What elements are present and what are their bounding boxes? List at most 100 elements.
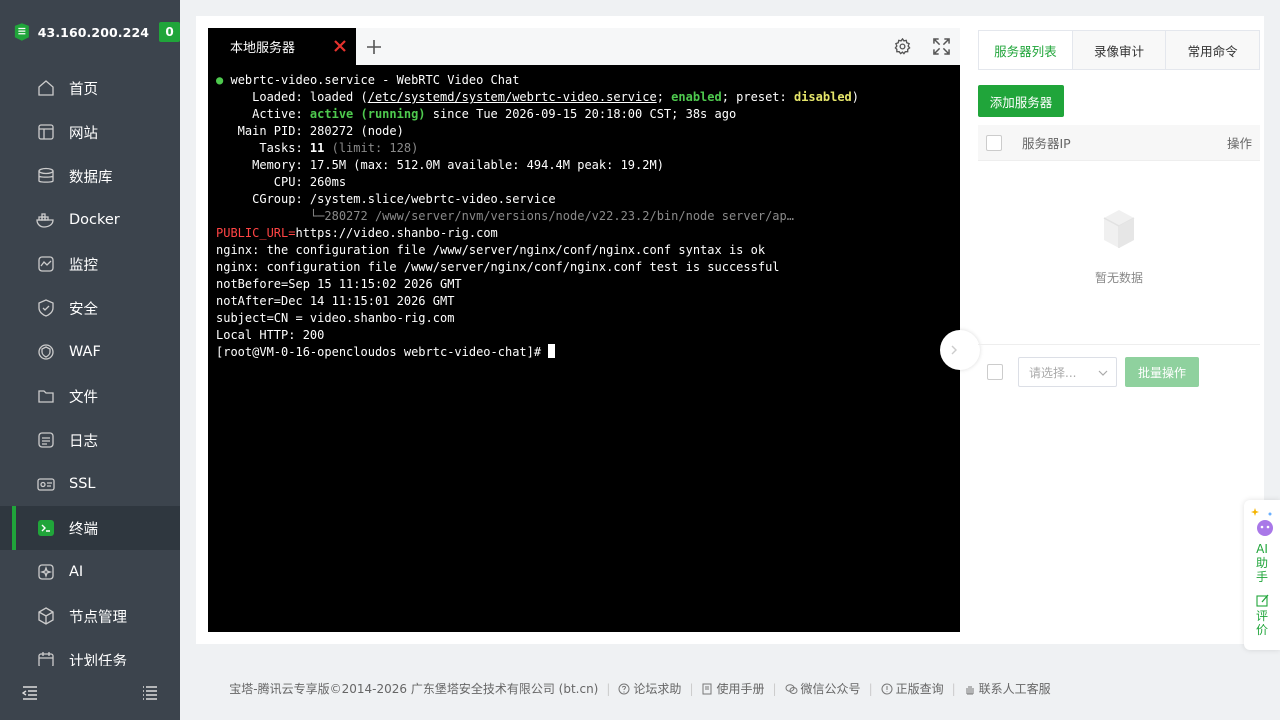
footer-link-manual[interactable]: 使用手册: [701, 680, 765, 697]
ai-icon: [36, 562, 56, 582]
gear-icon[interactable]: [894, 38, 911, 55]
sidebar-item-home[interactable]: 首页: [0, 66, 180, 110]
add-tab-button[interactable]: [356, 28, 392, 65]
empty-state: 暂无数据: [978, 200, 1260, 286]
server-panel: 服务器列表 录像审计 常用命令 添加服务器 服务器IP 操作 暂无数据 请选择.…: [978, 30, 1260, 387]
fullscreen-icon[interactable]: [933, 38, 950, 55]
search-icon: [881, 683, 893, 694]
brand-header: 43.160.200.224 0: [0, 0, 180, 64]
sidebar-item-label: 终端: [69, 521, 98, 538]
sidebar-item-label: 监控: [69, 257, 98, 274]
terminal-line: Active: active (running) since Tue 2026-…: [216, 107, 737, 121]
terminal-output[interactable]: ● webrtc-video.service - WebRTC Video Ch…: [208, 65, 960, 368]
panel-collapse-button[interactable]: [940, 330, 980, 370]
chevron-down-icon: [1098, 370, 1108, 376]
edit-icon: [1255, 594, 1268, 607]
calendar-icon: [36, 650, 56, 666]
sidebar-item-label: SSL: [69, 476, 96, 492]
sidebar-item-ssl[interactable]: SSL: [0, 462, 180, 506]
footer-link-wechat[interactable]: 微信公众号: [785, 680, 861, 697]
sidebar-item-security[interactable]: 安全: [0, 286, 180, 330]
sidebar-item-logs[interactable]: 日志: [0, 418, 180, 462]
terminal-line: subject=CN = video.shanbo-rig.com: [216, 311, 455, 325]
sidebar-item-docker[interactable]: Docker: [0, 198, 180, 242]
sidebar-item-label: 网站: [69, 125, 98, 142]
wechat-icon: [785, 683, 798, 694]
waf-icon: [36, 342, 56, 362]
batch-action-button[interactable]: 批量操作: [1125, 357, 1199, 387]
terminal-line: Local HTTP: 200: [216, 328, 325, 342]
monitor-icon: [36, 254, 56, 274]
sidebar-item-label: 节点管理: [69, 609, 127, 626]
col-server-ip: 服务器IP: [1022, 136, 1071, 151]
sidebar-menu: 首页 网站 数据库 Docker 监控 安全 WAF 文件 日志 SSL 终端 …: [0, 66, 180, 666]
ai-assistant-label[interactable]: AI 助 手: [1256, 542, 1268, 584]
shield-icon: [36, 298, 56, 318]
sidebar-item-database[interactable]: 数据库: [0, 154, 180, 198]
ai-assistant-widget[interactable]: AI 助 手 评 价: [1244, 500, 1280, 650]
terminal-line: nginx: configuration file /www/server/ng…: [216, 260, 780, 274]
sidebar-item-label: AI: [69, 564, 84, 580]
sidebar-item-label: Docker: [69, 212, 120, 228]
footer-link-support[interactable]: 联系人工客服: [964, 680, 1051, 697]
terminal-toolbar: [894, 38, 950, 55]
terminal-line: CGroup: /system.slice/webrtc-video.servi…: [216, 192, 556, 206]
chevron-right-icon: [951, 345, 957, 355]
terminal-window[interactable]: 本地服务器 ● webrtc-video.service - WebRTC Vi…: [208, 28, 960, 632]
sidebar-item-cron[interactable]: 计划任务: [0, 638, 180, 666]
sidebar-item-files[interactable]: 文件: [0, 374, 180, 418]
close-icon[interactable]: [332, 38, 348, 54]
sidebar-item-waf[interactable]: WAF: [0, 330, 180, 374]
terminal-tab-local[interactable]: 本地服务器: [208, 28, 356, 65]
terminal-line: notBefore=Sep 15 11:15:02 2026 GMT: [216, 277, 462, 291]
terminal-prompt-line: [root@VM-0-16-opencloudos webrtc-video-c…: [216, 344, 952, 361]
docker-icon: [36, 210, 56, 230]
terminal-icon: [36, 518, 56, 538]
sidebar-item-label: 文件: [69, 389, 98, 406]
book-icon: [702, 683, 712, 694]
col-action: 操作: [1226, 136, 1252, 151]
tab-server-list[interactable]: 服务器列表: [979, 31, 1073, 69]
ai-mascot-icon: [1251, 508, 1273, 536]
sidebar-item-monitor[interactable]: 监控: [0, 242, 180, 286]
terminal-line: nginx: the configuration file /www/serve…: [216, 243, 766, 257]
sidebar-item-terminal[interactable]: 终端: [0, 506, 180, 550]
plus-icon: [367, 39, 381, 54]
notification-badge[interactable]: 0: [159, 22, 180, 42]
copyright-text: 宝塔-腾讯云专享版©2014-2026 广东堡塔安全技术有限公司 (bt.cn): [229, 682, 599, 696]
batch-bar: 请选择... 批量操作: [978, 344, 1260, 399]
empty-box-icon: [1103, 210, 1135, 248]
hand-icon: [966, 685, 974, 694]
terminal-line: Memory: 17.5M (max: 512.0M available: 49…: [216, 158, 664, 172]
terminal-line: └─280272 /www/server/nvm/versions/node/v…: [216, 209, 794, 223]
footer-link-genuine[interactable]: 正版查询: [881, 680, 944, 697]
sidebar-item-label: 计划任务: [69, 653, 127, 667]
batch-select[interactable]: 请选择...: [1018, 357, 1117, 387]
select-all-checkbox[interactable]: [986, 134, 1002, 151]
terminal-cursor: [548, 344, 556, 358]
home-icon: [36, 78, 56, 98]
sidebar-item-label: 首页: [69, 81, 98, 98]
sidebar-item-ai[interactable]: AI: [0, 550, 180, 594]
terminal-line: ● webrtc-video.service - WebRTC Video Ch…: [216, 73, 520, 87]
log-icon: [36, 430, 56, 450]
add-server-button[interactable]: 添加服务器: [978, 85, 1064, 117]
sidebar-item-nodes[interactable]: 节点管理: [0, 594, 180, 638]
website-icon: [36, 122, 56, 142]
sidebar-item-label: 数据库: [69, 169, 113, 186]
sidebar-item-label: 安全: [69, 301, 98, 318]
review-label[interactable]: 评 价: [1256, 609, 1268, 637]
tab-recording-audit[interactable]: 录像审计: [1072, 31, 1167, 69]
terminal-tabbar: 本地服务器: [208, 28, 960, 65]
footer-link-forum[interactable]: 论坛求助: [618, 680, 681, 697]
terminal-line: Tasks: 11 (limit: 128): [216, 141, 419, 155]
tab-common-commands[interactable]: 常用命令: [1166, 31, 1260, 69]
batch-select-checkbox[interactable]: [987, 364, 1003, 380]
empty-text: 暂无数据: [1094, 271, 1143, 285]
ssl-icon: [36, 474, 56, 494]
page-footer: 宝塔-腾讯云专享版©2014-2026 广东堡塔安全技术有限公司 (bt.cn)…: [229, 680, 1051, 697]
database-icon: [36, 166, 56, 186]
sidebar-item-website[interactable]: 网站: [0, 110, 180, 154]
question-circle-icon: [618, 683, 630, 694]
panel-tabs: 服务器列表 录像审计 常用命令: [978, 30, 1260, 70]
